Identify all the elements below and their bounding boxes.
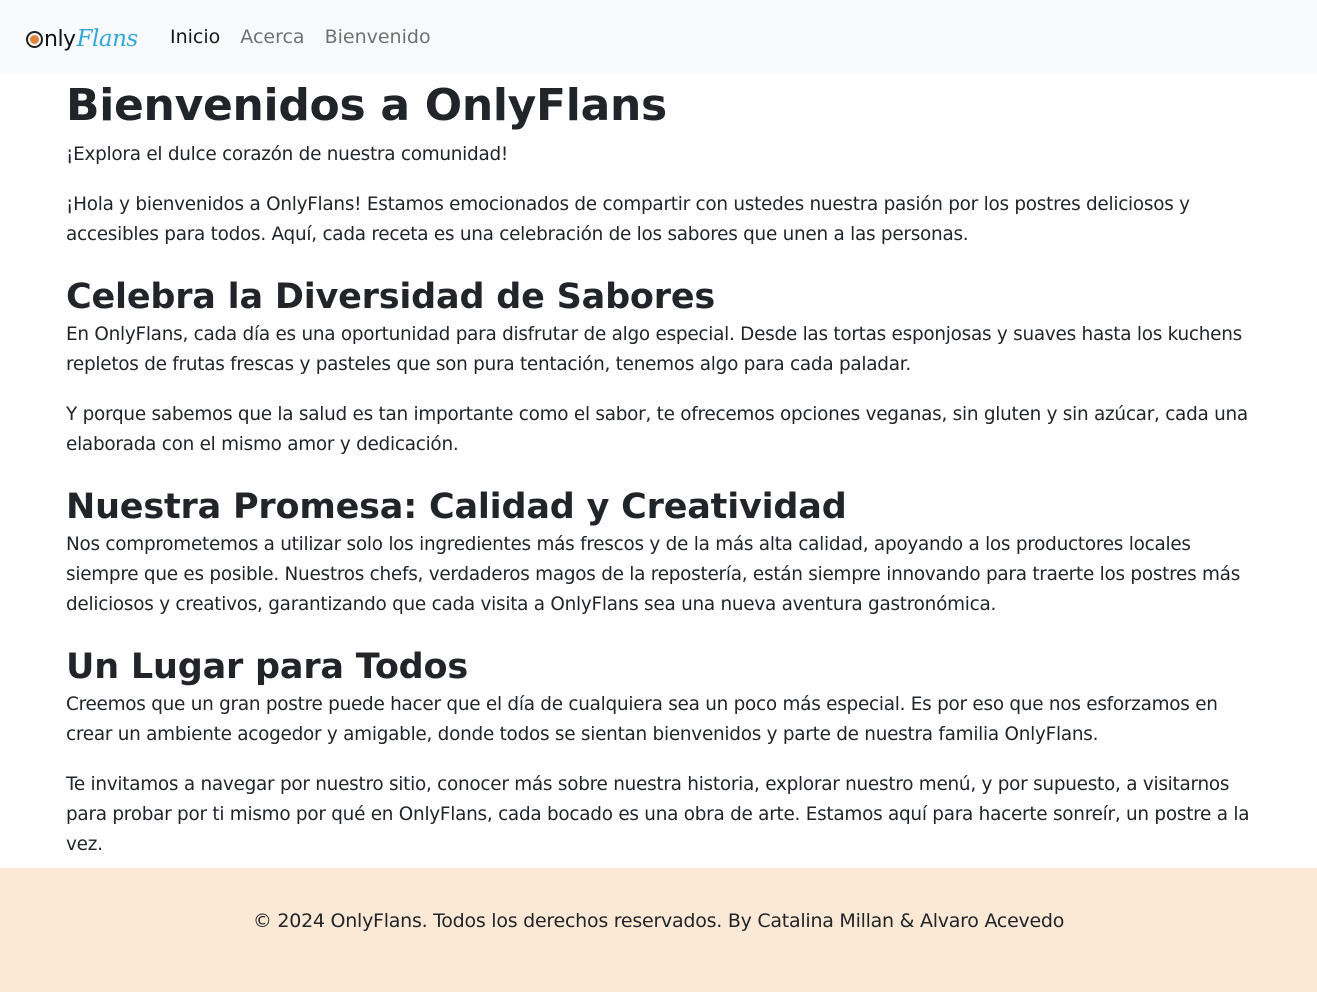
- brand-part2: Flans: [76, 26, 139, 52]
- brand-o-icon: [26, 30, 43, 48]
- footer: © 2024 OnlyFlans. Todos los derechos res…: [0, 868, 1317, 992]
- brand-logo[interactable]: nly Flans: [26, 22, 138, 56]
- section-paragraph: Te invitamos a navegar por nuestro sitio…: [66, 774, 1250, 855]
- nav-acerca[interactable]: Acerca: [240, 24, 304, 50]
- main-content: Bienvenidos a OnlyFlans ¡Explora el dulc…: [66, 73, 1256, 860]
- navbar: nly Flans Inicio Acerca Bienvenido: [0, 0, 1317, 73]
- footer-copyright: © 2024 OnlyFlans. Todos los derechos res…: [252, 910, 1065, 932]
- section-paragraph: Creemos que un gran postre puede hacer q…: [66, 694, 1218, 745]
- nav-inicio[interactable]: Inicio: [170, 24, 220, 50]
- section-heading-lugar: Un Lugar para Todos: [66, 647, 468, 687]
- nav-bienvenido[interactable]: Bienvenido: [325, 24, 431, 50]
- intro-paragraph: ¡Hola y bienvenidos a OnlyFlans! Estamos…: [66, 194, 1190, 245]
- brand-only: nly: [26, 27, 76, 52]
- section-heading-sabores: Celebra la Diversidad de Sabores: [66, 277, 716, 317]
- nav-links: Inicio Acerca Bienvenido: [170, 24, 451, 50]
- section-paragraph: Nos comprometemos a utilizar solo los in…: [66, 534, 1241, 615]
- lead-text: ¡Explora el dulce corazón de nuestra com…: [66, 144, 509, 165]
- section-paragraph: En OnlyFlans, cada día es una oportunida…: [66, 324, 1242, 375]
- section-heading-promesa: Nuestra Promesa: Calidad y Creatividad: [66, 487, 847, 527]
- brand-part1: nly: [44, 26, 76, 52]
- page-title: Bienvenidos a OnlyFlans: [66, 80, 667, 131]
- section-paragraph: Y porque sabemos que la salud es tan imp…: [66, 404, 1248, 455]
